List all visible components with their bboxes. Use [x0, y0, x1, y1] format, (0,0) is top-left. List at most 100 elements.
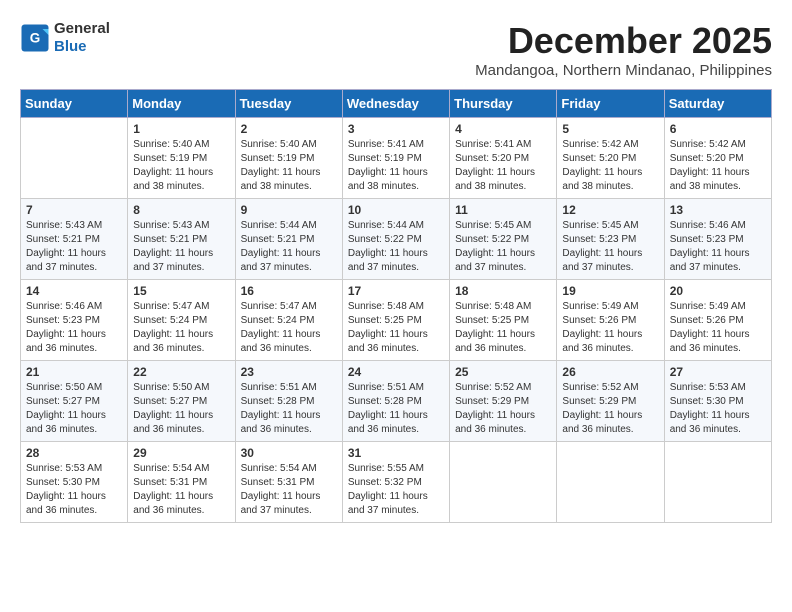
header-thursday: Thursday — [450, 90, 557, 118]
day-number: 17 — [348, 284, 444, 298]
day-number: 22 — [133, 365, 229, 379]
day-info: Sunrise: 5:43 AMSunset: 5:21 PMDaylight:… — [26, 219, 122, 275]
calendar-week-row: 1 Sunrise: 5:40 AMSunset: 5:19 PMDaylight… — [21, 118, 772, 199]
calendar-cell: 3 Sunrise: 5:41 AMSunset: 5:19 PMDaylight… — [342, 118, 449, 199]
month-title: December 2025 — [475, 20, 772, 62]
location-title: Mandangoa, Northern Mindanao, Philippine… — [475, 62, 772, 79]
day-number: 29 — [133, 446, 229, 460]
day-info: Sunrise: 5:40 AMSunset: 5:19 PMDaylight:… — [133, 138, 229, 194]
day-info: Sunrise: 5:42 AMSunset: 5:20 PMDaylight:… — [670, 138, 766, 194]
day-number: 11 — [455, 203, 551, 217]
calendar-cell: 27 Sunrise: 5:53 AMSunset: 5:30 PMDayligh… — [664, 361, 771, 442]
page-container: G General Blue December 2025 Mandangoa, … — [20, 20, 772, 523]
day-number: 27 — [670, 365, 766, 379]
logo-icon: G — [20, 23, 50, 53]
day-info: Sunrise: 5:41 AMSunset: 5:19 PMDaylight:… — [348, 138, 444, 194]
day-number: 5 — [562, 122, 658, 136]
calendar-cell: 25 Sunrise: 5:52 AMSunset: 5:29 PMDayligh… — [450, 361, 557, 442]
day-number: 6 — [670, 122, 766, 136]
calendar-cell: 9Sunrise: 5:44 AMSunset: 5:21 PMDaylight… — [235, 199, 342, 280]
day-number: 30 — [241, 446, 337, 460]
header-monday: Monday — [128, 90, 235, 118]
calendar-cell — [450, 442, 557, 523]
calendar-cell: 17 Sunrise: 5:48 AMSunset: 5:25 PMDayligh… — [342, 280, 449, 361]
calendar-cell: 4 Sunrise: 5:41 AMSunset: 5:20 PMDaylight… — [450, 118, 557, 199]
day-number: 19 — [562, 284, 658, 298]
day-info: Sunrise: 5:41 AMSunset: 5:20 PMDaylight:… — [455, 138, 551, 194]
svg-text:G: G — [30, 30, 41, 45]
calendar-cell: 12Sunrise: 5:45 AMSunset: 5:23 PMDayligh… — [557, 199, 664, 280]
calendar-cell: 8 Sunrise: 5:43 AMSunset: 5:21 PMDaylight… — [128, 199, 235, 280]
day-info: Sunrise: 5:49 AMSunset: 5:26 PMDaylight:… — [670, 300, 766, 356]
day-info: Sunrise: 5:54 AMSunset: 5:31 PMDaylight:… — [241, 462, 337, 518]
header-area: G General Blue December 2025 Mandangoa, … — [20, 20, 772, 79]
calendar-cell: 6 Sunrise: 5:42 AMSunset: 5:20 PMDaylight… — [664, 118, 771, 199]
calendar-cell: 23 Sunrise: 5:51 AMSunset: 5:28 PMDayligh… — [235, 361, 342, 442]
header-wednesday: Wednesday — [342, 90, 449, 118]
calendar-week-row: 14Sunrise: 5:46 AMSunset: 5:23 PMDayligh… — [21, 280, 772, 361]
day-info: Sunrise: 5:48 AMSunset: 5:25 PMDaylight:… — [348, 300, 444, 356]
calendar-cell: 29 Sunrise: 5:54 AMSunset: 5:31 PMDayligh… — [128, 442, 235, 523]
day-number: 25 — [455, 365, 551, 379]
calendar-cell: 31Sunrise: 5:55 AMSunset: 5:32 PMDayligh… — [342, 442, 449, 523]
calendar-cell: 21Sunrise: 5:50 AMSunset: 5:27 PMDayligh… — [21, 361, 128, 442]
calendar-cell: 30 Sunrise: 5:54 AMSunset: 5:31 PMDayligh… — [235, 442, 342, 523]
day-number: 23 — [241, 365, 337, 379]
day-info: Sunrise: 5:40 AMSunset: 5:19 PMDaylight:… — [241, 138, 337, 194]
calendar-cell: 1 Sunrise: 5:40 AMSunset: 5:19 PMDaylight… — [128, 118, 235, 199]
day-info: Sunrise: 5:52 AMSunset: 5:29 PMDaylight:… — [455, 381, 551, 437]
day-number: 18 — [455, 284, 551, 298]
day-info: Sunrise: 5:45 AMSunset: 5:23 PMDaylight:… — [562, 219, 658, 275]
calendar-body: 1 Sunrise: 5:40 AMSunset: 5:19 PMDaylight… — [21, 118, 772, 523]
calendar-cell: 24Sunrise: 5:51 AMSunset: 5:28 PMDayligh… — [342, 361, 449, 442]
weekday-header-row: Sunday Monday Tuesday Wednesday Thursday… — [21, 90, 772, 118]
day-info: Sunrise: 5:47 AMSunset: 5:24 PMDaylight:… — [241, 300, 337, 356]
calendar-cell: 26Sunrise: 5:52 AMSunset: 5:29 PMDayligh… — [557, 361, 664, 442]
calendar-cell: 19Sunrise: 5:49 AMSunset: 5:26 PMDayligh… — [557, 280, 664, 361]
day-number: 8 — [133, 203, 229, 217]
day-info: Sunrise: 5:53 AMSunset: 5:30 PMDaylight:… — [670, 381, 766, 437]
calendar-week-row: 28Sunrise: 5:53 AMSunset: 5:30 PMDayligh… — [21, 442, 772, 523]
day-number: 2 — [241, 122, 337, 136]
calendar-table: Sunday Monday Tuesday Wednesday Thursday… — [20, 89, 772, 523]
calendar-cell: 13Sunrise: 5:46 AMSunset: 5:23 PMDayligh… — [664, 199, 771, 280]
day-info: Sunrise: 5:52 AMSunset: 5:29 PMDaylight:… — [562, 381, 658, 437]
logo-text: General Blue — [54, 20, 110, 56]
calendar-cell: 14Sunrise: 5:46 AMSunset: 5:23 PMDayligh… — [21, 280, 128, 361]
day-info: Sunrise: 5:50 AMSunset: 5:27 PMDaylight:… — [133, 381, 229, 437]
calendar-cell: 10 Sunrise: 5:44 AMSunset: 5:22 PMDayligh… — [342, 199, 449, 280]
day-number: 3 — [348, 122, 444, 136]
logo: G General Blue — [20, 20, 110, 56]
day-info: Sunrise: 5:54 AMSunset: 5:31 PMDaylight:… — [133, 462, 229, 518]
day-info: Sunrise: 5:44 AMSunset: 5:21 PMDaylight:… — [241, 219, 337, 275]
day-info: Sunrise: 5:47 AMSunset: 5:24 PMDaylight:… — [133, 300, 229, 356]
calendar-cell: 16 Sunrise: 5:47 AMSunset: 5:24 PMDayligh… — [235, 280, 342, 361]
title-area: December 2025 Mandangoa, Northern Mindan… — [475, 20, 772, 79]
calendar-cell: 7Sunrise: 5:43 AMSunset: 5:21 PMDaylight… — [21, 199, 128, 280]
calendar-cell: 22 Sunrise: 5:50 AMSunset: 5:27 PMDayligh… — [128, 361, 235, 442]
calendar-cell: 15 Sunrise: 5:47 AMSunset: 5:24 PMDayligh… — [128, 280, 235, 361]
day-number: 14 — [26, 284, 122, 298]
logo-blue: Blue — [54, 38, 87, 55]
day-info: Sunrise: 5:51 AMSunset: 5:28 PMDaylight:… — [348, 381, 444, 437]
calendar-cell: 5 Sunrise: 5:42 AMSunset: 5:20 PMDaylight… — [557, 118, 664, 199]
day-number: 21 — [26, 365, 122, 379]
day-info: Sunrise: 5:42 AMSunset: 5:20 PMDaylight:… — [562, 138, 658, 194]
calendar-week-row: 7Sunrise: 5:43 AMSunset: 5:21 PMDaylight… — [21, 199, 772, 280]
calendar-cell: 28Sunrise: 5:53 AMSunset: 5:30 PMDayligh… — [21, 442, 128, 523]
calendar-cell: 20Sunrise: 5:49 AMSunset: 5:26 PMDayligh… — [664, 280, 771, 361]
day-number: 15 — [133, 284, 229, 298]
day-number: 1 — [133, 122, 229, 136]
day-number: 4 — [455, 122, 551, 136]
day-info: Sunrise: 5:43 AMSunset: 5:21 PMDaylight:… — [133, 219, 229, 275]
day-number: 16 — [241, 284, 337, 298]
day-info: Sunrise: 5:48 AMSunset: 5:25 PMDaylight:… — [455, 300, 551, 356]
day-info: Sunrise: 5:51 AMSunset: 5:28 PMDaylight:… — [241, 381, 337, 437]
header-saturday: Saturday — [664, 90, 771, 118]
day-info: Sunrise: 5:44 AMSunset: 5:22 PMDaylight:… — [348, 219, 444, 275]
header-friday: Friday — [557, 90, 664, 118]
day-number: 10 — [348, 203, 444, 217]
day-info: Sunrise: 5:46 AMSunset: 5:23 PMDaylight:… — [670, 219, 766, 275]
day-info: Sunrise: 5:45 AMSunset: 5:22 PMDaylight:… — [455, 219, 551, 275]
header-sunday: Sunday — [21, 90, 128, 118]
